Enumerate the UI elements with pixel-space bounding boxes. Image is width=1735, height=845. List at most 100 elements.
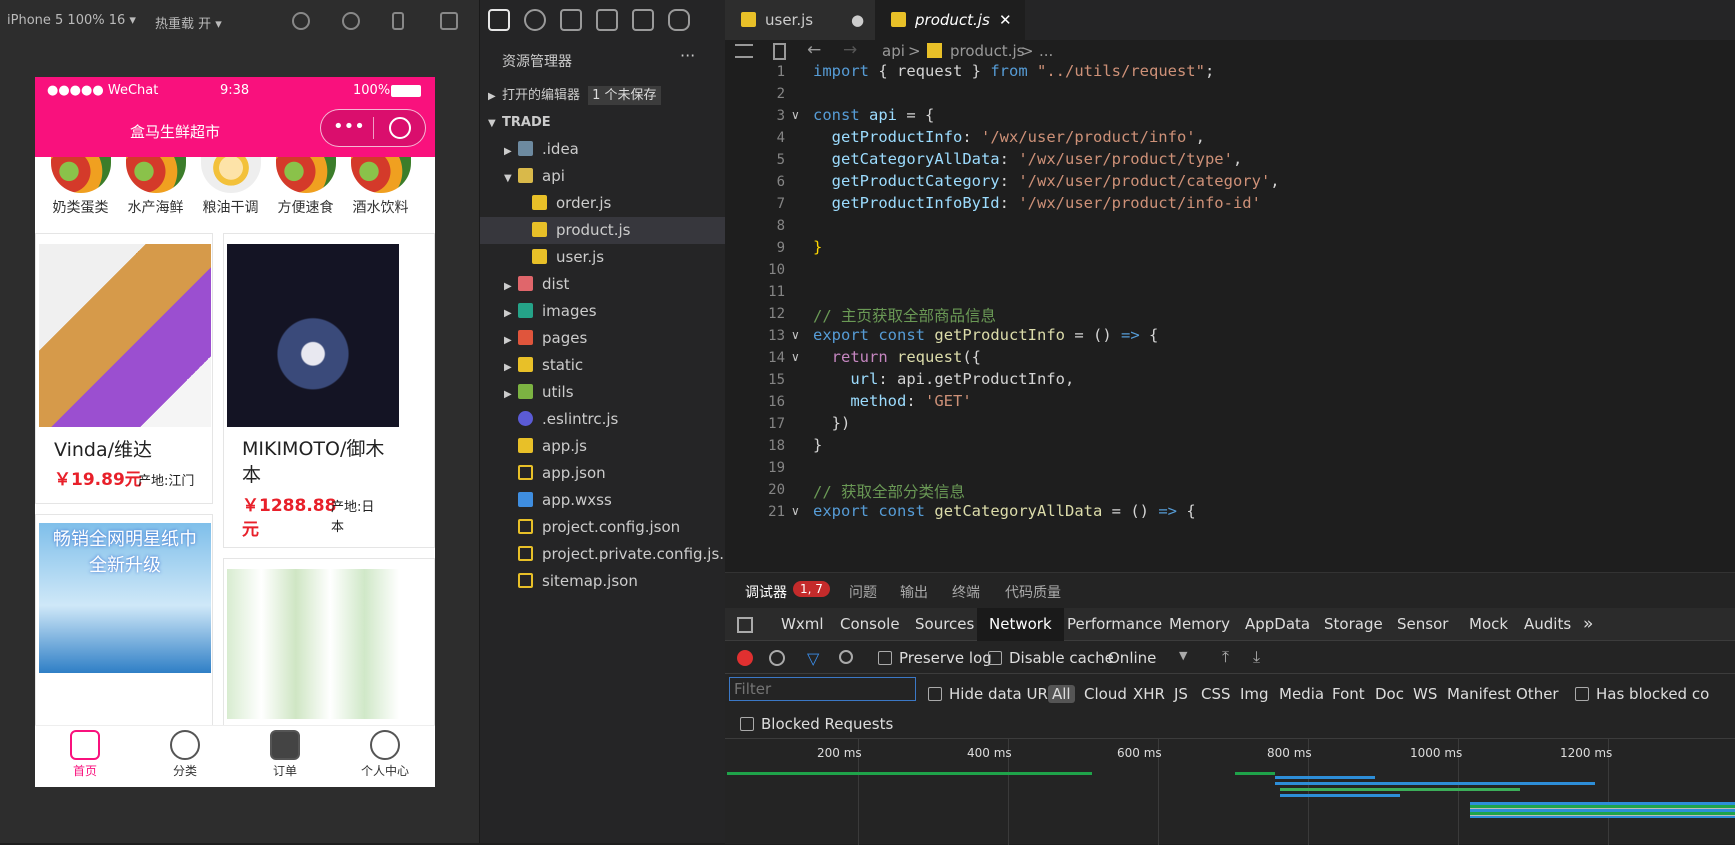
code-editor[interactable]: user.js ● product.js ✕ ← → api > product.j…: [725, 0, 1735, 572]
code-line[interactable]: getCategoryAllData: '/wx/user/product/ty…: [813, 150, 1243, 168]
tab-network[interactable]: Network: [977, 608, 1064, 641]
category-item[interactable]: 奶类蛋类: [43, 157, 118, 227]
tree-folder[interactable]: ▶ pages: [480, 325, 726, 352]
clear-icon[interactable]: [769, 650, 785, 666]
tree-folder[interactable]: ▶ images: [480, 298, 726, 325]
tab-memory[interactable]: Memory: [1157, 608, 1242, 641]
source-control-icon[interactable]: [560, 9, 582, 31]
filter-icon[interactable]: ▽: [807, 649, 819, 668]
code-line[interactable]: return request({: [813, 348, 981, 366]
tab-wxml[interactable]: Wxml: [769, 608, 836, 641]
forward-arrow-icon[interactable]: →: [843, 40, 857, 60]
filter-doc[interactable]: Doc: [1375, 685, 1404, 703]
tab-code-quality[interactable]: 代码质量: [1005, 582, 1061, 602]
tree-file[interactable]: sitemap.json: [480, 568, 726, 595]
tab-profile[interactable]: 个人中心: [335, 730, 435, 779]
code-line[interactable]: // 主页获取全部商品信息: [813, 304, 996, 326]
chevron-down-icon[interactable]: ▼: [1179, 649, 1187, 662]
product-card[interactable]: MIKIMOTO/御木本 ￥1288.88元 产地:日本: [223, 233, 435, 548]
code-line[interactable]: import { request } from "../utils/reques…: [813, 62, 1214, 80]
tree-file[interactable]: app.js: [480, 433, 726, 460]
filter-ws[interactable]: WS: [1413, 685, 1437, 703]
window-icon[interactable]: [440, 12, 458, 30]
more-tabs-icon[interactable]: »: [1571, 608, 1605, 641]
tree-file[interactable]: .eslintrc.js: [480, 406, 726, 433]
extensions-icon[interactable]: [596, 9, 618, 31]
tab-appdata[interactable]: AppData: [1233, 608, 1322, 641]
search-icon[interactable]: [524, 9, 546, 31]
tab-output[interactable]: 输出: [900, 582, 928, 602]
code-line[interactable]: }: [813, 436, 822, 454]
blocked-requests-checkbox[interactable]: Blocked Requests: [740, 715, 893, 733]
bookmark-icon[interactable]: [773, 43, 786, 60]
upload-icon[interactable]: ⤒: [1222, 647, 1229, 667]
close-miniprogram-icon[interactable]: [389, 117, 411, 139]
tree-file[interactable]: order.js: [480, 190, 726, 217]
code-line[interactable]: const api = {: [813, 106, 934, 124]
tree-file[interactable]: user.js: [480, 244, 726, 271]
device-selector[interactable]: iPhone 5 100% 16 ▾: [7, 13, 136, 28]
category-item[interactable]: 水产海鲜: [118, 157, 193, 227]
stop-icon[interactable]: [342, 12, 360, 30]
breadcrumb-item[interactable]: ...: [1039, 42, 1053, 60]
product-card[interactable]: Vinda/维达 ￥19.89元 产地:江门: [35, 233, 213, 504]
category-item[interactable]: 方便速食: [268, 157, 343, 227]
network-timeline[interactable]: 200 ms 400 ms 600 ms 800 ms 1000 ms 1200…: [725, 738, 1735, 845]
code-line[interactable]: getProductInfo: '/wx/user/product/info',: [813, 128, 1205, 146]
has-blocked-cookies-checkbox[interactable]: Has blocked co: [1575, 685, 1709, 703]
tab-problems[interactable]: 问题: [849, 582, 877, 602]
code-line[interactable]: getProductCategory: '/wx/user/product/ca…: [813, 172, 1280, 190]
breadcrumb-item[interactable]: product.js: [950, 42, 1024, 60]
filter-input[interactable]: [729, 677, 916, 701]
filter-js[interactable]: JS: [1174, 685, 1188, 703]
tab-debugger[interactable]: 调试器: [745, 582, 787, 610]
code-line[interactable]: export const getCategoryAllData = () => …: [813, 502, 1196, 520]
filter-font[interactable]: Font: [1332, 685, 1365, 703]
disable-cache-checkbox[interactable]: Disable cache: [988, 649, 1114, 667]
tab-mock[interactable]: Mock: [1457, 608, 1520, 641]
storage-icon[interactable]: [632, 9, 654, 31]
throttle-select[interactable]: Online: [1108, 649, 1156, 667]
filter-media[interactable]: Media: [1279, 685, 1324, 703]
phone-icon[interactable]: [392, 12, 404, 30]
tab-sources[interactable]: Sources: [903, 608, 986, 641]
filter-img[interactable]: Img: [1240, 685, 1269, 703]
filter-cloud[interactable]: Cloud: [1084, 685, 1127, 703]
hide-data-urls-checkbox[interactable]: Hide data URLs: [928, 685, 1064, 703]
product-card[interactable]: [223, 558, 435, 738]
category-item[interactable]: 粮油干调: [193, 157, 268, 227]
tab-home[interactable]: 首页: [35, 730, 135, 779]
breadcrumb-item[interactable]: api: [882, 42, 905, 60]
filter-all[interactable]: All: [1048, 685, 1075, 703]
refresh-icon[interactable]: [292, 12, 310, 30]
fold-chevron-icon[interactable]: ∨: [791, 350, 800, 364]
code-line[interactable]: }): [813, 414, 851, 432]
inspect-icon[interactable]: [737, 617, 753, 633]
product-card[interactable]: 畅销全网明星纸巾 全新升级: [35, 514, 213, 734]
tree-folder[interactable]: ▼ api: [480, 163, 726, 190]
docker-icon[interactable]: [668, 9, 690, 31]
category-item[interactable]: 酒水饮料: [343, 157, 418, 227]
more-actions-icon[interactable]: ···: [680, 46, 695, 65]
tab-console[interactable]: Console: [828, 608, 912, 641]
files-icon[interactable]: [488, 9, 510, 31]
code-line[interactable]: // 获取全部分类信息: [813, 480, 965, 502]
tree-file-selected[interactable]: product.js: [480, 217, 726, 244]
capsule-button[interactable]: •••: [320, 109, 426, 147]
more-icon[interactable]: •••: [333, 118, 365, 136]
tree-file[interactable]: app.json: [480, 460, 726, 487]
search-icon[interactable]: [839, 650, 853, 664]
tree-folder[interactable]: ▶ dist: [480, 271, 726, 298]
tab-product-js[interactable]: product.js ✕: [875, 0, 1025, 40]
fold-chevron-icon[interactable]: ∨: [791, 108, 800, 122]
tree-folder[interactable]: ▶ utils: [480, 379, 726, 406]
tree-file[interactable]: app.wxss: [480, 487, 726, 514]
fold-chevron-icon[interactable]: ∨: [791, 328, 800, 342]
filter-css[interactable]: CSS: [1201, 685, 1231, 703]
tree-folder[interactable]: ▶ .idea: [480, 136, 726, 163]
tab-terminal[interactable]: 终端: [952, 582, 980, 602]
download-icon[interactable]: ⤓: [1253, 647, 1260, 667]
code-line[interactable]: method: 'GET': [813, 392, 971, 410]
filter-other[interactable]: Other: [1516, 685, 1559, 703]
close-icon[interactable]: ✕: [999, 0, 1012, 40]
